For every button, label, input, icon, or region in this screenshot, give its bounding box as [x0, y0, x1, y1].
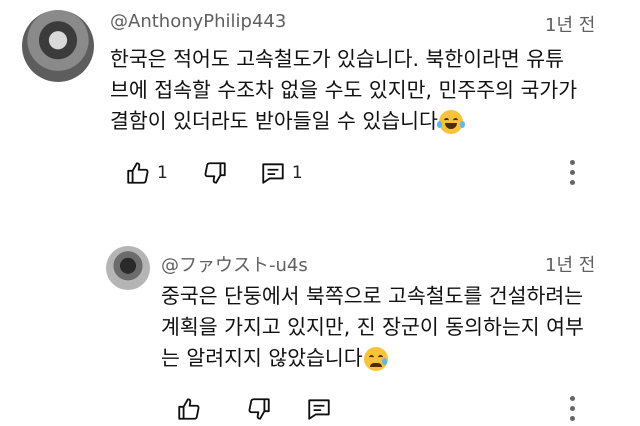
reply-icon	[262, 163, 284, 184]
dislike-button[interactable]	[202, 160, 228, 186]
comment-line: 계획을 가지고 있지만, 진 장군이 동의하는지 여부	[161, 315, 584, 339]
comment-timestamp[interactable]: 1년 전	[545, 251, 595, 277]
comment-line: 한국은 적어도 고속철도가 있습니다. 북한이라면 유튜	[110, 47, 565, 71]
comment-author[interactable]: @AnthonyPhilip443	[110, 11, 286, 32]
crying-face-emoji	[363, 347, 388, 371]
dislike-icon	[204, 162, 226, 184]
comment-line: 는 알려지지 않았습니다	[161, 343, 584, 374]
comment-author[interactable]: @ファウスト-u4s	[161, 251, 308, 277]
more-vert-icon[interactable]	[570, 160, 576, 185]
comment-text: 중국은 단둥에서 북쪽으로 고속철도를 건설하려는 계획을 가지고 있지만, 진…	[161, 281, 584, 374]
dislike-icon	[248, 398, 270, 420]
like-button[interactable]	[176, 396, 202, 422]
reply-button[interactable]: 1	[260, 160, 303, 186]
comment-line: 중국은 단둥에서 북쪽으로 고속철도를 건설하려는	[161, 284, 584, 308]
like-icon	[127, 162, 149, 184]
dislike-button[interactable]	[246, 396, 272, 422]
like-icon	[178, 398, 200, 420]
avatar[interactable]	[106, 246, 150, 290]
laughing-tears-emoji	[436, 110, 465, 134]
like-count: 1	[157, 163, 168, 183]
comment-timestamp[interactable]: 1년 전	[545, 11, 595, 37]
reply-button[interactable]	[306, 396, 332, 422]
comment-line: 브에 접속할 수조차 없을 수도 있지만, 민주주의 국가가	[110, 78, 578, 102]
comment-actions: 1 1	[125, 160, 303, 186]
reply-icon	[308, 399, 330, 420]
comment-actions	[176, 396, 332, 422]
like-button[interactable]: 1	[125, 160, 168, 186]
comment-line: 결함이 있더라도 받아들일 수 있습니다	[110, 106, 577, 137]
comment-text: 한국은 적어도 고속철도가 있습니다. 북한이라면 유튜 브에 접속할 수조차 …	[110, 44, 577, 137]
reply-count: 1	[291, 163, 303, 183]
avatar[interactable]	[22, 10, 94, 82]
more-vert-icon[interactable]	[570, 396, 576, 421]
